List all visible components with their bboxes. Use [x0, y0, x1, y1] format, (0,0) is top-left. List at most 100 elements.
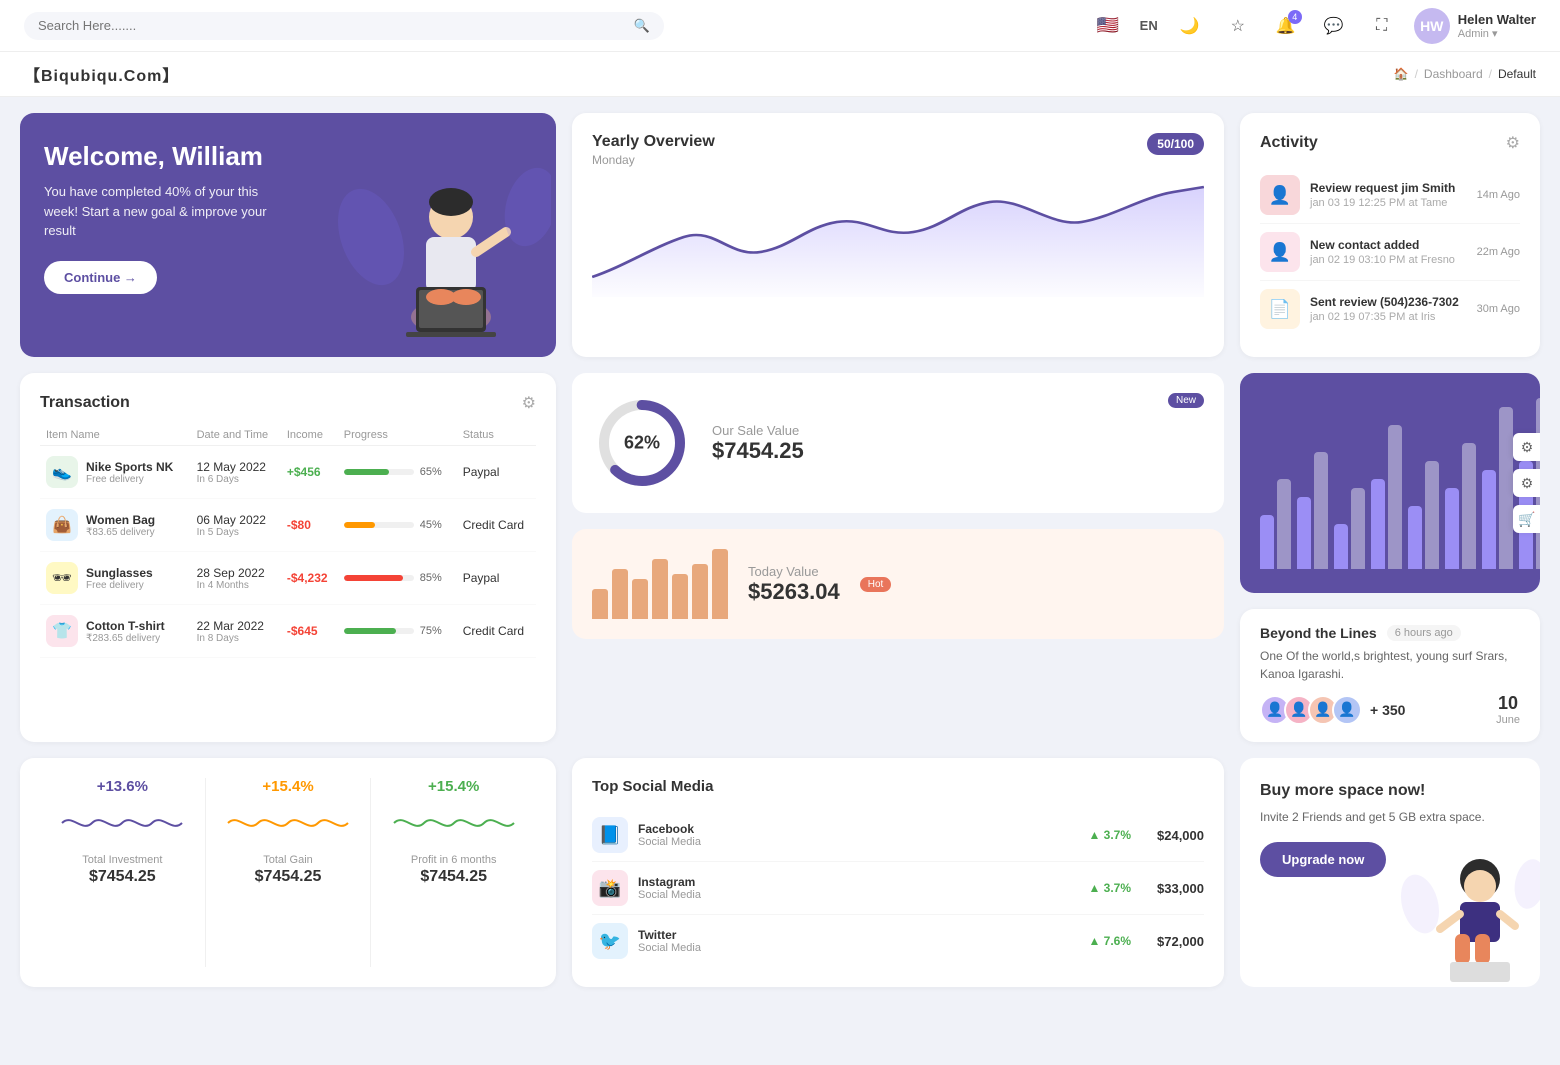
social-value: $33,000 [1157, 881, 1204, 896]
bar-chart-card: ⚙ ⚙ 🛒 [1240, 373, 1540, 593]
social-name: Instagram [638, 875, 701, 889]
social-type: Social Media [638, 942, 701, 954]
item-icon: 👜 [46, 509, 78, 541]
social-value: $72,000 [1157, 934, 1204, 949]
item-icon: 👟 [46, 456, 78, 488]
mini-stat-label: Total Gain [216, 854, 361, 866]
breadcrumb-bar: 【Biqubiqu.Com】 🏠 / Dashboard / Default [0, 52, 1560, 97]
large-bar [1388, 425, 1402, 569]
expand-icon[interactable]: ⛶ [1366, 10, 1398, 42]
activity-info: Review request jim Smith jan 03 19 12:25… [1310, 181, 1467, 209]
activity-gear-icon[interactable]: ⚙ [1506, 133, 1520, 153]
row1: Welcome, William You have completed 40% … [0, 97, 1560, 357]
activity-info: Sent review (504)236-7302 jan 02 19 07:3… [1310, 295, 1467, 323]
avatar-4: 👤 [1332, 695, 1362, 725]
progress-text: 45% [420, 519, 442, 531]
side-icon-btn-1[interactable]: ⚙ [1513, 433, 1540, 461]
item-sub: ₹83.65 delivery [86, 527, 155, 538]
large-bar [1334, 524, 1348, 569]
social-type: Social Media [638, 836, 701, 848]
side-icon-btn-2[interactable]: ⚙ [1513, 469, 1540, 497]
transaction-header: Transaction ⚙ [40, 393, 536, 413]
welcome-subtitle: You have completed 40% of your this week… [44, 182, 284, 241]
social-icon: 📘 [592, 817, 628, 853]
user-menu[interactable]: HW Helen Walter Admin ▾ [1414, 8, 1536, 44]
social-value: $24,000 [1157, 828, 1204, 843]
mini-stat-amount: $7454.25 [381, 868, 526, 886]
transaction-thead: Item NameDate and TimeIncomeProgressStat… [40, 425, 536, 446]
bar-group [1260, 479, 1291, 569]
star-icon[interactable]: ☆ [1222, 10, 1254, 42]
activity-info: New contact added jan 02 19 03:10 PM at … [1310, 238, 1467, 266]
social-growth: ▲ 3.7% [1088, 881, 1131, 895]
item-sub: Free delivery [86, 474, 173, 485]
activity-item-title: New contact added [1310, 238, 1467, 252]
mini-stat-label: Profit in 6 months [381, 854, 526, 866]
progress-fill [344, 628, 397, 634]
mini-stat-label: Total Investment [50, 854, 195, 866]
beyond-time-badge: 6 hours ago [1387, 625, 1461, 641]
flag-icon[interactable]: 🇺🇸 [1092, 10, 1124, 42]
breadcrumb-dashboard[interactable]: Dashboard [1424, 67, 1483, 81]
item-sub: ₹283.65 delivery [86, 633, 165, 644]
large-bar [1260, 515, 1274, 569]
today-bar [712, 549, 728, 619]
item-date: 06 May 2022 [197, 513, 275, 527]
activity-item: 👤 Review request jim Smith jan 03 19 12:… [1260, 167, 1520, 224]
item-date: 12 May 2022 [197, 460, 275, 474]
transaction-col-header: Progress [338, 425, 457, 446]
plus-count: + 350 [1370, 702, 1405, 718]
large-bar [1445, 488, 1459, 569]
mini-stat-wave [62, 803, 182, 843]
large-bar [1462, 443, 1476, 569]
overview-title-group: Yearly Overview Monday [592, 133, 715, 167]
transaction-gear-icon[interactable]: ⚙ [522, 393, 536, 413]
continue-button[interactable]: Continue → [44, 261, 157, 294]
item-icon: 🕶 [46, 562, 78, 594]
welcome-card: Welcome, William You have completed 40% … [20, 113, 556, 357]
activity-item-title: Sent review (504)236-7302 [1310, 295, 1467, 309]
sale-title: Our Sale Value [712, 423, 804, 438]
home-icon[interactable]: 🏠 [1394, 67, 1409, 81]
activity-item-ago: 22m Ago [1477, 246, 1520, 258]
moon-icon[interactable]: 🌙 [1174, 10, 1206, 42]
social-item: 📘 Facebook Social Media ▲ 3.7% $24,000 [592, 809, 1204, 862]
large-bar [1314, 452, 1328, 569]
upgrade-button[interactable]: Upgrade now [1260, 842, 1386, 877]
breadcrumb-sep1: / [1415, 67, 1418, 81]
item-progress-wrapper: 65% [344, 466, 451, 478]
search-bar[interactable]: 🔍 [24, 12, 664, 40]
bell-icon[interactable]: 🔔 4 [1270, 10, 1302, 42]
right-column: ⚙ ⚙ 🛒 Beyond the Lines 6 hours ago One O… [1240, 373, 1540, 742]
mini-stat-amount: $7454.25 [50, 868, 195, 886]
bar-group [1408, 461, 1439, 569]
social-growth: ▲ 3.7% [1088, 828, 1131, 842]
transaction-title: Transaction [40, 394, 130, 412]
mini-stat-wave [228, 803, 348, 843]
side-icons: ⚙ ⚙ 🛒 [1513, 433, 1540, 533]
upgrade-illustration [1400, 844, 1540, 987]
transaction-table: Item NameDate and TimeIncomeProgressStat… [40, 425, 536, 658]
mini-stat-pct: +15.4% [216, 778, 361, 795]
transaction-tbody: 👟 Nike Sports NK Free delivery 12 May 20… [40, 446, 536, 658]
item-date-cell: 28 Sep 2022 In 4 Months [191, 552, 281, 605]
chat-icon[interactable]: 💬 [1318, 10, 1350, 42]
item-icon: 👕 [46, 615, 78, 647]
overview-subtitle: Monday [592, 153, 715, 167]
item-progress-cell: 75% [338, 605, 457, 658]
progress-fill [344, 575, 404, 581]
yearly-chart-svg [592, 177, 1204, 297]
search-input[interactable] [38, 18, 626, 33]
side-icon-btn-3[interactable]: 🛒 [1513, 505, 1540, 533]
today-bar [612, 569, 628, 619]
social-list: 📘 Facebook Social Media ▲ 3.7% $24,000 📸… [592, 809, 1204, 967]
item-sub: Free delivery [86, 580, 153, 591]
item-days: In 8 Days [197, 633, 275, 644]
activity-item: 📄 Sent review (504)236-7302 jan 02 19 07… [1260, 281, 1520, 337]
item-status: Credit Card [457, 499, 536, 552]
item-progress-cell: 65% [338, 446, 457, 499]
item-status: Paypal [457, 552, 536, 605]
item-days: In 6 Days [197, 474, 275, 485]
upgrade-title: Buy more space now! [1260, 782, 1520, 800]
social-info: Twitter Social Media [638, 928, 701, 954]
